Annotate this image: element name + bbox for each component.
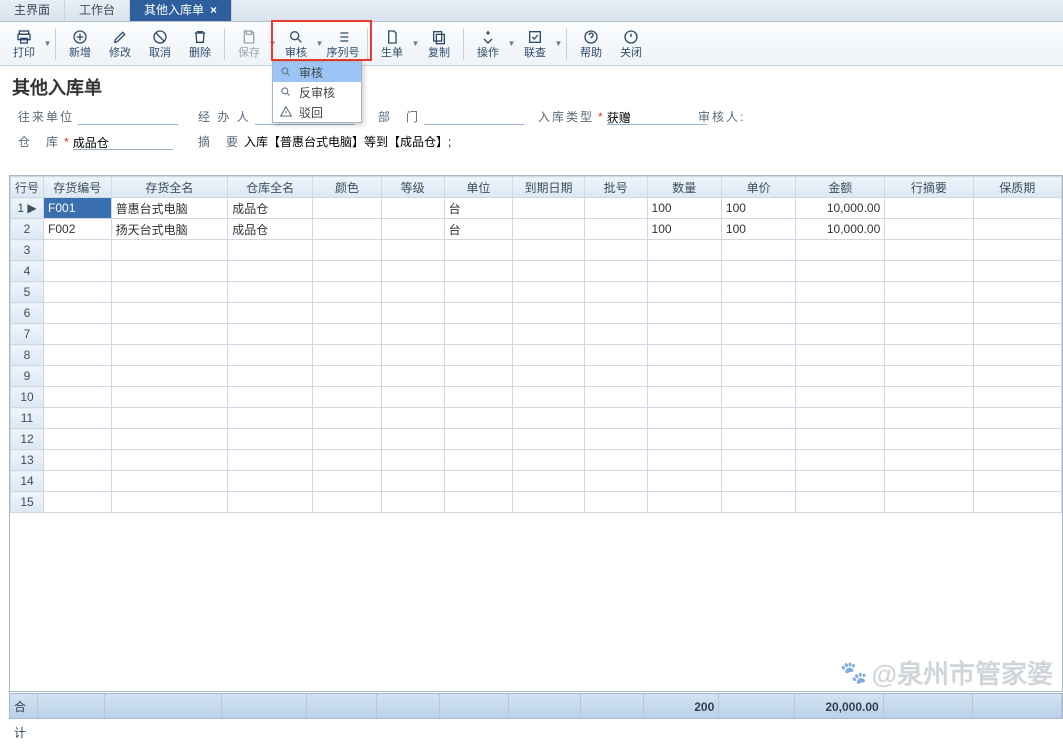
cancel-button[interactable]: 取消: [140, 24, 180, 64]
pencil-icon: [111, 28, 129, 46]
copy-button[interactable]: 复制: [419, 24, 459, 64]
warning-icon: [279, 105, 293, 119]
table-row[interactable]: 4: [11, 261, 1062, 282]
paw-icon: 🐾: [840, 660, 867, 686]
table-row[interactable]: 3: [11, 240, 1062, 261]
table-row[interactable]: 1 ▶F001普惠台式电脑成品仓台10010010,000.00: [11, 198, 1062, 219]
col-header[interactable]: 颜色: [313, 177, 382, 198]
save-button[interactable]: 保存: [229, 24, 269, 64]
help-icon: [582, 28, 600, 46]
col-header[interactable]: 行摘要: [885, 177, 973, 198]
link-dropdown[interactable]: ▼: [555, 39, 562, 48]
edit-button[interactable]: 修改: [100, 24, 140, 64]
col-header[interactable]: 批号: [584, 177, 647, 198]
tab-workbench[interactable]: 工作台: [65, 0, 130, 21]
watermark: 🐾 @泉州市管家婆: [840, 654, 1053, 691]
table-row[interactable]: 12: [11, 429, 1062, 450]
help-button[interactable]: 帮助: [571, 24, 611, 64]
printer-icon: [15, 28, 33, 46]
col-header[interactable]: 行号: [11, 177, 44, 198]
generate-dropdown[interactable]: ▼: [412, 39, 419, 48]
save-icon: [240, 28, 258, 46]
field-supplier[interactable]: 往来单位: [18, 108, 188, 125]
delete-button[interactable]: 删除: [180, 24, 220, 64]
table-row[interactable]: 15: [11, 492, 1062, 513]
audit-dropdown[interactable]: ▼: [316, 39, 323, 48]
table-row[interactable]: 13: [11, 450, 1062, 471]
serial-button[interactable]: 序列号: [323, 24, 363, 64]
table-row[interactable]: 7: [11, 324, 1062, 345]
menu-item-audit[interactable]: 审核: [273, 62, 361, 82]
col-header[interactable]: 等级: [381, 177, 444, 198]
audit-menu: 审核 反审核 驳回: [272, 61, 362, 123]
check-icon: [526, 28, 544, 46]
menu-item-reject[interactable]: 驳回: [273, 102, 361, 122]
close-icon[interactable]: ×: [210, 0, 217, 21]
copy-icon: [430, 28, 448, 46]
form-row-1: 往来单位 经 办 人 部 门 入库类型* 获赠 审核人:: [0, 106, 1063, 127]
audit-button[interactable]: 审核: [276, 24, 316, 64]
table-row[interactable]: 8: [11, 345, 1062, 366]
field-auditor: 审核人:: [698, 108, 818, 125]
print-button[interactable]: 打印: [4, 24, 44, 64]
col-header[interactable]: 保质期: [973, 177, 1061, 198]
form-row-2: 仓 库* 成品仓 摘 要 入库【普惠台式电脑】等到【成品仓】;: [0, 131, 1063, 152]
operate-button[interactable]: 操作: [468, 24, 508, 64]
table-row[interactable]: 9: [11, 366, 1062, 387]
table-row[interactable]: 10: [11, 387, 1062, 408]
col-header[interactable]: 金额: [796, 177, 885, 198]
cancel-circle-icon: [151, 28, 169, 46]
power-icon: [622, 28, 640, 46]
field-summary[interactable]: 摘 要 入库【普惠台式电脑】等到【成品仓】;: [198, 133, 1045, 150]
col-header[interactable]: 存货编号: [44, 177, 112, 198]
menu-item-unaudit[interactable]: 反审核: [273, 82, 361, 102]
table-row[interactable]: 11: [11, 408, 1062, 429]
page-title: 其他入库单: [0, 66, 1063, 106]
search-icon: [279, 65, 293, 79]
data-grid[interactable]: 行号存货编号存货全名仓库全名颜色等级单位到期日期批号数量单价金额行摘要保质期1 …: [9, 175, 1063, 692]
list-icon: [334, 28, 352, 46]
trash-icon: [191, 28, 209, 46]
link-button[interactable]: 联查: [515, 24, 555, 64]
col-header[interactable]: 数量: [647, 177, 721, 198]
plus-circle-icon: [71, 28, 89, 46]
field-warehouse[interactable]: 仓 库* 成品仓: [18, 133, 188, 150]
operate-dropdown[interactable]: ▼: [508, 39, 515, 48]
tool-icon: [479, 28, 497, 46]
grid-footer: 合计20020,000.00: [9, 693, 1063, 719]
search-icon: [279, 85, 293, 99]
tab-other-inbound[interactable]: 其他入库单 ×: [130, 0, 232, 21]
col-header[interactable]: 到期日期: [513, 177, 584, 198]
toolbar: 打印 ▼ 新增 修改 取消 删除 保存 ▼ 审核 ▼ 序列号 生单 ▼ 复制: [0, 22, 1063, 66]
table-row[interactable]: 2 F002扬天台式电脑成品仓台10010010,000.00: [11, 219, 1062, 240]
tab-main[interactable]: 主界面: [0, 0, 65, 21]
table-row[interactable]: 14: [11, 471, 1062, 492]
col-header[interactable]: 单价: [721, 177, 795, 198]
new-button[interactable]: 新增: [60, 24, 100, 64]
col-header[interactable]: 单位: [444, 177, 513, 198]
close-button[interactable]: 关闭: [611, 24, 651, 64]
table-row[interactable]: 6: [11, 303, 1062, 324]
tab-bar: 主界面 工作台 其他入库单 ×: [0, 0, 1063, 22]
save-dropdown[interactable]: ▼: [269, 39, 276, 48]
generate-button[interactable]: 生单: [372, 24, 412, 64]
table-row[interactable]: 5: [11, 282, 1062, 303]
print-dropdown[interactable]: ▼: [44, 39, 51, 48]
doc-icon: [383, 28, 401, 46]
col-header[interactable]: 仓库全名: [228, 177, 313, 198]
search-icon: [287, 28, 305, 46]
col-header[interactable]: 存货全名: [111, 177, 228, 198]
field-intype[interactable]: 入库类型* 获赠: [538, 108, 688, 125]
field-dept[interactable]: 部 门: [378, 108, 528, 125]
